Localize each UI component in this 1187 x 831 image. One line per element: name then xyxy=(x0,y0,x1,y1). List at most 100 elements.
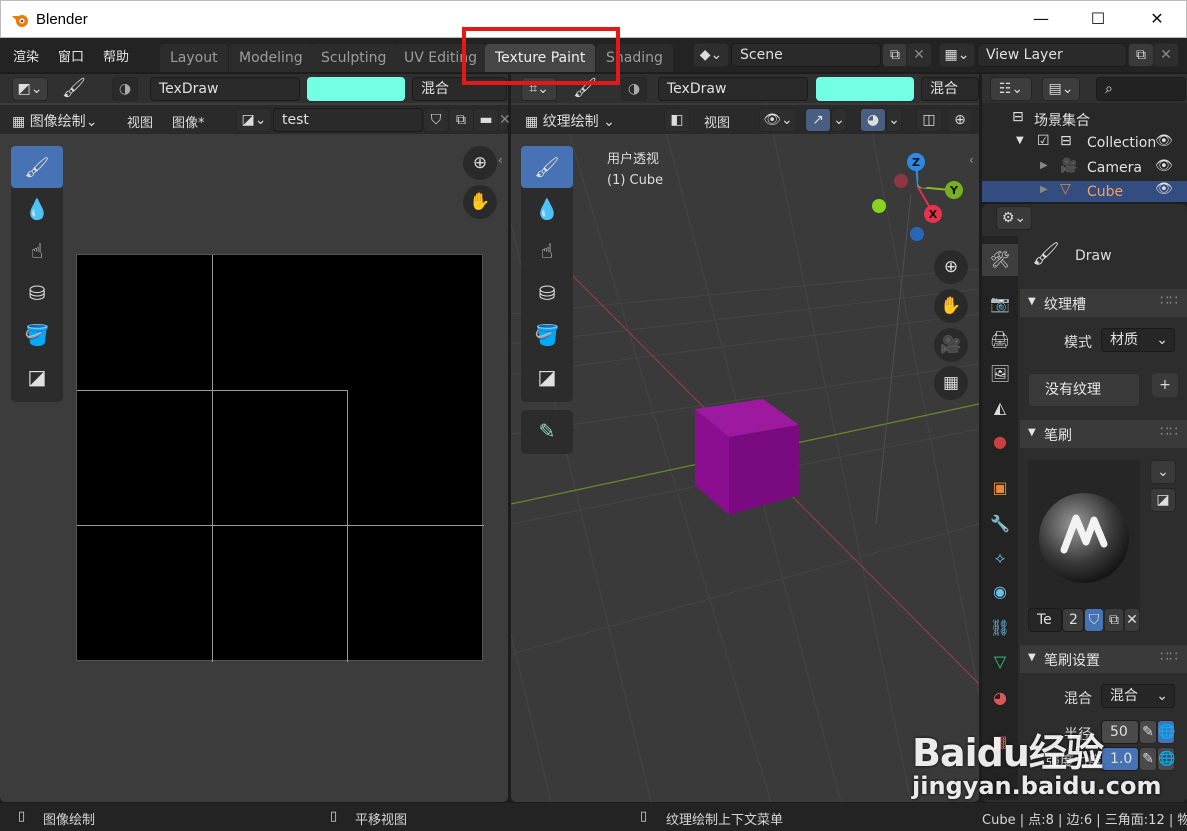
strength-pressure-icon[interactable]: ✎ xyxy=(1139,747,1157,771)
vp-fill-tool-icon[interactable]: 🪣 xyxy=(521,314,573,356)
properties-editor-type-icon[interactable]: ⚙⌄ xyxy=(996,206,1032,230)
cube-object[interactable] xyxy=(693,399,801,517)
new-image-icon[interactable]: ⧉ xyxy=(448,108,474,132)
tab-layout[interactable]: Layout xyxy=(160,44,228,72)
vp-smear-tool-icon[interactable]: ☝ xyxy=(521,230,573,272)
brush-duplicate-icon[interactable]: ⧉ xyxy=(1104,608,1124,632)
open-image-icon[interactable]: ▬ xyxy=(473,108,499,132)
new-scene-icon[interactable]: ⧉ xyxy=(882,43,908,67)
collection-checkbox-icon[interactable]: ☑ xyxy=(1037,133,1050,149)
view-layer-field[interactable]: View Layer xyxy=(977,43,1127,67)
collection-visibility-icon[interactable]: 👁 xyxy=(1155,133,1173,149)
draw-tool-icon[interactable]: 🖌 xyxy=(11,146,63,188)
vp-sidebar-toggle-icon[interactable]: ‹ xyxy=(969,153,974,167)
navigation-gizmo[interactable]: Z Y X xyxy=(866,150,966,245)
editor-type-icon[interactable]: ◩⌄ xyxy=(12,77,48,101)
mode-dropdown[interactable]: 材质 ⌄ xyxy=(1101,328,1175,352)
texture-slots-grip-icon[interactable]: ∷∷ xyxy=(1160,293,1178,309)
brush-settings-grip-icon[interactable]: ∷∷ xyxy=(1160,649,1178,665)
cube-expand-icon[interactable]: ▶ xyxy=(1040,184,1048,195)
viewport-menu-view[interactable]: 视图 xyxy=(704,112,730,131)
sidebar-toggle-icon[interactable]: ‹ xyxy=(498,153,503,167)
scene-collection-row[interactable]: ⊟ 场景集合 xyxy=(982,106,1187,131)
menu-window[interactable]: 窗口 xyxy=(58,46,84,65)
smear-tool-icon[interactable]: ☝ xyxy=(11,230,63,272)
unlink-image-icon[interactable]: ✕ xyxy=(498,108,511,132)
viewport-color-swatch[interactable] xyxy=(816,77,914,101)
visibility-icon[interactable]: 👁⌄ xyxy=(759,108,797,132)
cube-row[interactable]: ▶ ▽ Cube 👁 xyxy=(982,181,1187,202)
gizmo-toggle-icon[interactable]: ↗ xyxy=(805,108,831,132)
fill-tool-icon[interactable]: 🪣 xyxy=(11,314,63,356)
new-view-layer-icon[interactable]: ⧉ xyxy=(1128,43,1154,67)
image-brush-name[interactable]: TexDraw xyxy=(150,77,300,101)
brush-settings-section[interactable]: ▼ 笔刷设置 ∷∷ xyxy=(1020,645,1187,673)
display-mode-icon[interactable]: ▤⌄ xyxy=(1042,77,1080,101)
pan-hand-icon[interactable]: ✋ xyxy=(463,185,497,219)
viewport-blend-dropdown[interactable]: 混合 xyxy=(921,77,979,101)
vp-draw-tool-icon[interactable]: 🖌 xyxy=(521,146,573,188)
brush-list-dropdown-icon[interactable]: ⌄ xyxy=(1150,460,1176,484)
annotate-tool-icon[interactable]: ✎ xyxy=(521,410,573,452)
modifier-tab-icon[interactable]: 🔧 xyxy=(982,508,1018,540)
minimize-button[interactable]: — xyxy=(1031,9,1051,29)
ortho-toggle-icon[interactable]: ▦ xyxy=(934,366,968,400)
output-tab-icon[interactable]: 🖨 xyxy=(982,324,1018,356)
overlay-toggle-icon[interactable]: ◕ xyxy=(860,108,886,132)
camera-expand-icon[interactable]: ▶ xyxy=(1040,160,1048,171)
image-paint-mode-dropdown[interactable]: ▦ 图像绘制⌄ xyxy=(12,111,97,131)
close-button[interactable]: ✕ xyxy=(1147,9,1167,29)
radius-unit-icon[interactable]: 🌐 xyxy=(1157,720,1175,744)
view-layer-selector-icon[interactable]: ▦⌄ xyxy=(939,43,975,67)
add-texture-icon[interactable]: + xyxy=(1152,373,1178,397)
texture-paint-mode-dropdown[interactable]: ▦ 纹理绘制 ⌄ xyxy=(525,111,615,131)
xray-icon[interactable]: ◫ xyxy=(916,108,942,132)
view-layer-tab-icon[interactable]: 🖼 xyxy=(982,358,1018,390)
remove-view-layer-icon[interactable]: ✕ xyxy=(1153,43,1179,67)
camera-row[interactable]: ▶ 🎥 Camera 👁 xyxy=(982,156,1187,181)
clone-tool-icon[interactable]: ⛁ xyxy=(11,272,63,314)
overlay-dropdown-icon[interactable]: ⌄ xyxy=(886,108,902,132)
tool-tab-icon[interactable]: 🛠 xyxy=(982,244,1018,276)
physics-tab-icon[interactable]: ◉ xyxy=(982,576,1018,608)
object-tab-icon[interactable]: ▣ xyxy=(982,472,1018,504)
remove-scene-icon[interactable]: ✕ xyxy=(906,43,932,67)
brush-preview[interactable] xyxy=(1028,460,1140,610)
constraints-tab-icon[interactable]: ⛓ xyxy=(982,612,1018,644)
strength-field[interactable]: 1.0 xyxy=(1101,747,1139,771)
render-tab-icon[interactable]: 📷 xyxy=(982,288,1018,320)
radius-pressure-icon[interactable]: ✎ xyxy=(1139,720,1157,744)
brush-color-swatch[interactable] xyxy=(307,77,405,101)
menu-render[interactable]: 渲染 xyxy=(13,46,39,65)
blend-dropdown[interactable]: 混合 ⌄ xyxy=(1101,684,1175,708)
scene-tab-icon[interactable]: ◭ xyxy=(982,392,1018,424)
outliner-editor-type-icon[interactable]: ☷⌄ xyxy=(990,77,1032,101)
data-tab-icon[interactable]: ▽ xyxy=(982,646,1018,678)
collection-row[interactable]: ▼ ☑ ⊟ Collection 👁 xyxy=(982,131,1187,156)
radius-field[interactable]: 50 xyxy=(1101,720,1139,744)
brushes-section[interactable]: ▼ 笔刷 ∷∷ xyxy=(1020,420,1187,448)
fake-user-shield-icon[interactable]: ⛉ xyxy=(423,108,449,132)
collection-expand-icon[interactable]: ▼ xyxy=(1016,135,1024,146)
scene-selector-icon[interactable]: ◆⌄ xyxy=(693,43,729,67)
image-canvas[interactable] xyxy=(76,254,484,662)
outliner-search-icon[interactable]: ⌕ xyxy=(1096,77,1186,101)
tab-modeling[interactable]: Modeling xyxy=(229,44,313,72)
gizmo-dropdown-icon[interactable]: ⌄ xyxy=(831,108,847,132)
camera-view-icon[interactable]: 🎥 xyxy=(934,328,968,362)
image-menu-view[interactable]: 视图 xyxy=(127,112,153,131)
strength-unified-icon[interactable]: 🌐 xyxy=(1157,747,1175,771)
vp-pan-hand-icon[interactable]: ✋ xyxy=(934,289,968,323)
mask-tool-icon[interactable]: ◪ xyxy=(11,356,63,398)
no-texture-button[interactable]: 没有纹理 xyxy=(1028,373,1140,407)
vp-zoom-icon[interactable]: ⊕ xyxy=(934,250,968,284)
brush-unlink-icon[interactable]: ✕ xyxy=(1124,608,1140,632)
image-browse-icon[interactable]: ◪⌄ xyxy=(236,108,272,132)
particles-tab-icon[interactable]: ⟡ xyxy=(982,542,1018,574)
material-tab-icon[interactable]: ◕ xyxy=(982,682,1018,714)
brush-name-field[interactable]: Te xyxy=(1028,608,1062,632)
image-menu-image[interactable]: 图像* xyxy=(172,112,205,131)
soften-tool-icon[interactable]: 💧 xyxy=(11,188,63,230)
brushes-grip-icon[interactable]: ∷∷ xyxy=(1160,424,1178,440)
tab-sculpting[interactable]: Sculpting xyxy=(311,44,397,72)
